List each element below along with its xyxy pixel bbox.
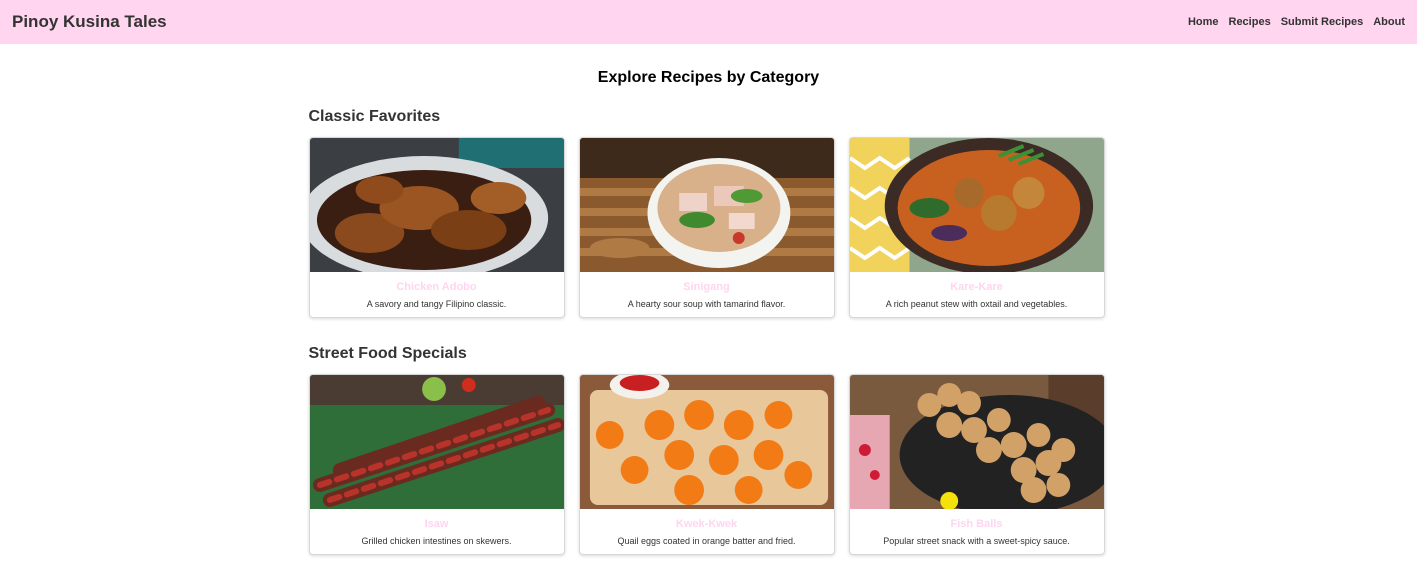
isaw-photo (309, 375, 564, 509)
sinigang-photo (579, 138, 834, 272)
section-title-classic-favorites: Classic Favorites (308, 108, 441, 125)
card-title[interactable]: Fish Balls (850, 518, 1104, 530)
card-title[interactable]: Isaw (310, 518, 564, 530)
top-navbar: Pinoy Kusina Tales Home Recipes Submit R… (0, 0, 1417, 44)
recipe-card-kare-kare[interactable]: Kare-Kare A rich peanut stew with oxtail… (848, 137, 1105, 318)
card-description: Popular street snack with a sweet-spicy … (883, 536, 1070, 546)
main-nav: Home Recipes Submit Recipes About (1188, 16, 1405, 28)
recipe-card-sinigang[interactable]: Sinigang A hearty sour soup with tamarin… (578, 137, 835, 318)
nav-submit-recipes-link[interactable]: Submit Recipes (1281, 16, 1364, 28)
card-title[interactable]: Kare-Kare (850, 281, 1104, 293)
card-title[interactable]: Kwek-Kwek (580, 518, 834, 530)
card-description: Quail eggs coated in orange batter and f… (617, 536, 796, 546)
nav-about-link[interactable]: About (1373, 16, 1405, 28)
street-food-cards: Isaw Grilled chicken intestines on skewe… (308, 374, 1109, 555)
card-description: A savory and tangy Filipino classic. (366, 299, 507, 309)
kwek-kwek-photo (579, 375, 834, 509)
recipe-card-isaw[interactable]: Isaw Grilled chicken intestines on skewe… (308, 374, 565, 555)
site-brand[interactable]: Pinoy Kusina Tales (12, 12, 167, 32)
recipe-card-chicken-adobo[interactable]: Chicken Adobo A savory and tangy Filipin… (308, 137, 565, 318)
kare-kare-photo (849, 138, 1104, 272)
main-content: Explore Recipes by Category Classic Favo… (308, 44, 1109, 555)
recipe-card-fish-balls[interactable]: Fish Balls Popular street snack with a s… (848, 374, 1105, 555)
page-title: Explore Recipes by Category (597, 69, 820, 86)
classic-favorites-cards: Chicken Adobo A savory and tangy Filipin… (308, 137, 1109, 318)
nav-recipes-link[interactable]: Recipes (1229, 16, 1271, 28)
recipe-card-kwek-kwek[interactable]: Kwek-Kwek Quail eggs coated in orange ba… (578, 374, 835, 555)
card-title[interactable]: Sinigang (580, 281, 834, 293)
chicken-adobo-photo (309, 138, 564, 272)
fish-balls-photo (849, 375, 1104, 509)
card-description: A rich peanut stew with oxtail and veget… (885, 299, 1068, 309)
nav-home-link[interactable]: Home (1188, 16, 1219, 28)
card-description: A hearty sour soup with tamarind flavor. (627, 299, 786, 309)
card-title[interactable]: Chicken Adobo (310, 281, 564, 293)
section-title-street-food-specials: Street Food Specials (308, 345, 467, 362)
card-description: Grilled chicken intestines on skewers. (361, 536, 512, 546)
